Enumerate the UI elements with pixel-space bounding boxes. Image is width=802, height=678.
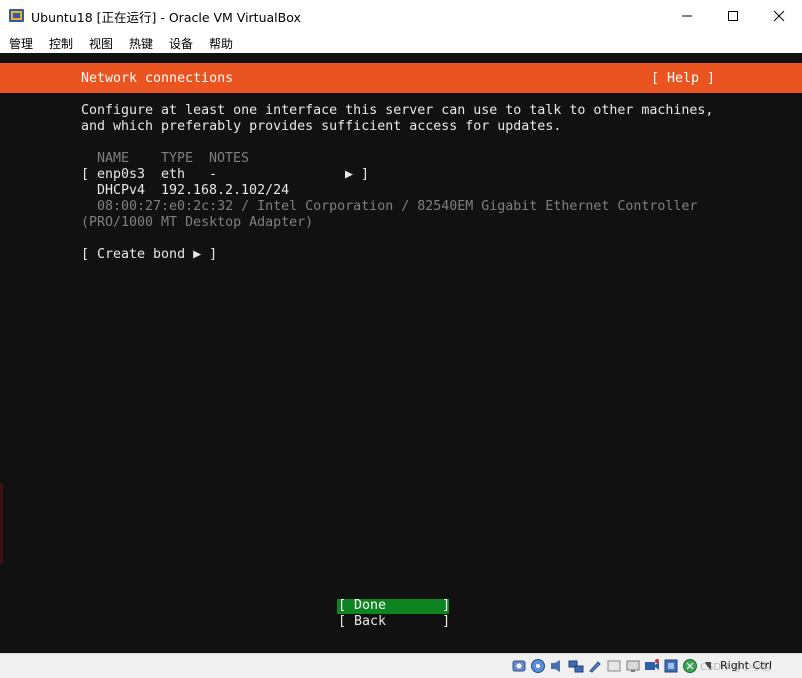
interface-open-bracket: [: [81, 167, 90, 182]
vm-console[interactable]: Network connections [ Help ] Configure a…: [0, 53, 802, 653]
create-bond-button[interactable]: [ Create bond ▶ ]: [81, 247, 217, 263]
maximize-icon: [728, 10, 738, 21]
title-bar: Ubuntu18 [正在运行] - Oracle VM VirtualBox: [0, 0, 802, 31]
host-key-label: Right Ctrl: [720, 659, 773, 672]
minimize-button[interactable]: [664, 0, 710, 31]
dhcp-address: 192.168.2.102/24: [161, 183, 290, 198]
interface-notes: -: [209, 167, 218, 182]
status-bar: CSDN @小小哲 Right Ctrl: [0, 653, 802, 678]
menu-help[interactable]: 帮助: [209, 35, 233, 52]
intro-text-line-2: and which preferably provides sufficient…: [81, 119, 562, 134]
virtualbox-app-icon[interactable]: [8, 7, 25, 24]
optical-drive-icon[interactable]: [530, 658, 546, 674]
page-title: Network connections: [81, 71, 234, 86]
mouse-integration-icon[interactable]: [682, 658, 698, 674]
column-header-type: TYPE: [161, 151, 194, 166]
back-button[interactable]: [ Back ]: [337, 614, 451, 630]
menu-bar: 管理 控制 视图 热键 设备 帮助: [0, 31, 802, 53]
interface-menu-arrow[interactable]: ▶ ]: [345, 167, 369, 183]
interface-name: enp0s3: [97, 167, 146, 182]
menu-view[interactable]: 视图: [89, 35, 113, 52]
column-header-name: NAME: [97, 151, 130, 166]
menu-devices[interactable]: 设备: [169, 35, 193, 52]
intro-text-line-1: Configure at least one interface this se…: [81, 103, 714, 118]
window-title: Ubuntu18 [正在运行] - Oracle VM VirtualBox: [31, 10, 301, 25]
video-capture-icon[interactable]: [644, 658, 660, 674]
console-edge-artifact: [0, 483, 3, 563]
hardware-info-line-2: (PRO/1000 MT Desktop Adapter): [81, 215, 314, 230]
done-button[interactable]: [ Done ]: [337, 598, 451, 614]
maximize-button[interactable]: [710, 0, 756, 31]
minimize-icon: [682, 15, 692, 16]
installer-header: Network connections [ Help ]: [0, 63, 802, 93]
keyboard-icon[interactable]: [701, 658, 717, 674]
done-button-label: [ Done ]: [338, 598, 451, 613]
network-icon[interactable]: [568, 658, 584, 674]
close-icon: [773, 10, 785, 21]
menu-control[interactable]: 控制: [49, 35, 73, 52]
audio-icon[interactable]: [549, 658, 565, 674]
interface-type: eth: [161, 167, 186, 182]
back-button-label: [ Back ]: [338, 614, 451, 629]
usb-icon[interactable]: [587, 658, 603, 674]
close-button[interactable]: [756, 0, 802, 31]
shared-folder-icon[interactable]: [606, 658, 622, 674]
dhcp-label: DHCPv4: [97, 183, 146, 198]
menu-manage[interactable]: 管理: [9, 35, 33, 52]
display-icon[interactable]: [625, 658, 641, 674]
help-button[interactable]: [ Help ]: [651, 71, 715, 87]
hardware-info-line-1: 08:00:27:e0:2c:32 / Intel Corporation / …: [97, 199, 698, 214]
hard-disk-icon[interactable]: [511, 658, 527, 674]
menu-hotkeys[interactable]: 热键: [129, 35, 153, 52]
column-header-notes: NOTES: [209, 151, 250, 166]
virtualization-icon[interactable]: [663, 658, 679, 674]
